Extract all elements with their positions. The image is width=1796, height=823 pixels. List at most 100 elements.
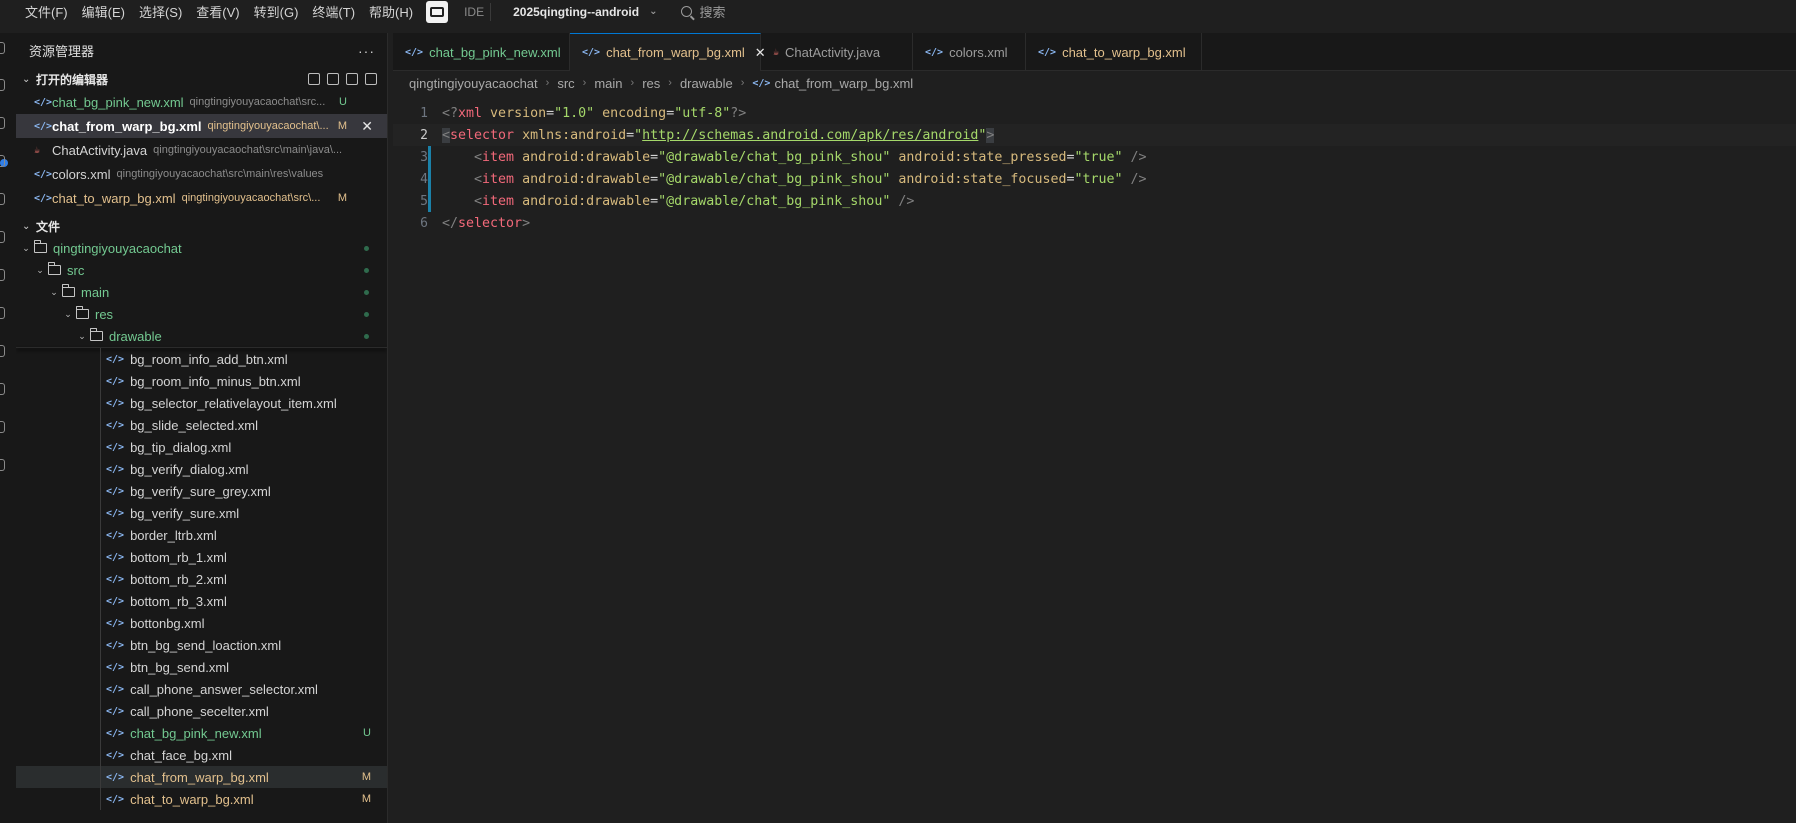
open-editor-name: ChatActivity.java <box>52 142 148 158</box>
git-icon[interactable] <box>0 345 5 357</box>
tab-colors[interactable]: </> colors.xml <box>913 33 1026 71</box>
search-activity-icon[interactable] <box>0 79 5 91</box>
open-editor-item[interactable]: ☕ ChatActivity.java qingtingiyouyacaocha… <box>16 138 387 162</box>
code-line[interactable]: 5 <item android:drawable="@drawable/chat… <box>393 190 1796 212</box>
file-row[interactable]: </> btn_bg_send.xml <box>16 656 387 678</box>
folder-row[interactable]: ⌄ drawable <box>16 325 387 347</box>
file-row[interactable]: </> bg_verify_dialog.xml <box>16 458 387 480</box>
run-debug-icon[interactable] <box>0 155 5 167</box>
code-line-current[interactable]: 2 <selector xmlns:android="http://schema… <box>393 124 1796 146</box>
explorer-icon[interactable] <box>0 42 5 54</box>
source-control-icon[interactable] <box>0 117 5 129</box>
ai-icon[interactable] <box>0 459 5 471</box>
menu-goto[interactable]: 转到(G) <box>254 2 299 21</box>
breadcrumb-item[interactable]: main <box>594 76 622 91</box>
testing-icon[interactable] <box>0 269 5 281</box>
file-row[interactable]: </> call_phone_answer_selector.xml <box>16 678 387 700</box>
toggle-vertical-icon[interactable] <box>365 73 377 85</box>
file-row[interactable]: </> bg_room_info_minus_btn.xml <box>16 370 387 392</box>
close-icon[interactable]: ✕ <box>361 118 373 135</box>
folder-row[interactable]: ⌄ src <box>16 259 387 281</box>
tab-chat-bg-pink-new[interactable]: </> chat_bg_pink_new.xml <box>393 33 570 71</box>
file-row[interactable]: </> btn_bg_send_loaction.xml <box>16 634 387 656</box>
schema-link[interactable]: http://schemas.android.com/apk/res/andro… <box>642 128 978 143</box>
remote-icon[interactable] <box>0 231 5 243</box>
menu-file[interactable]: 文件(F) <box>25 2 68 21</box>
code-line[interactable]: 3 <item android:drawable="@drawable/chat… <box>393 146 1796 168</box>
robot-icon[interactable] <box>426 0 449 23</box>
file-row[interactable]: </> chat_face_bg.xml <box>16 744 387 766</box>
breadcrumb-item[interactable]: res <box>642 76 660 91</box>
extensions-icon[interactable] <box>0 193 5 205</box>
file-row-selected[interactable]: </> chat_from_warp_bg.xml M <box>16 766 387 788</box>
ide-switcher[interactable]: IDE <box>426 0 492 23</box>
file-row[interactable]: </> call_phone_secelter.xml <box>16 700 387 722</box>
file-row[interactable]: </> bg_verify_sure.xml <box>16 502 387 524</box>
open-editor-item[interactable]: </> chat_bg_pink_new.xml qingtingiyouyac… <box>16 90 387 114</box>
tools-icon[interactable] <box>0 383 5 395</box>
file-name: chat_to_warp_bg.xml <box>130 791 254 807</box>
file-row[interactable]: </> bg_room_info_add_btn.xml <box>16 348 387 370</box>
file-row[interactable]: </> bg_selector_relativelayout_item.xml <box>16 392 387 414</box>
save-all-icon[interactable] <box>327 73 339 85</box>
xml-file-icon: </> <box>405 46 424 58</box>
database-icon[interactable] <box>0 421 5 433</box>
folder-name: qingtingiyouyacaochat <box>53 240 182 256</box>
search-placeholder: 搜索 <box>699 5 726 20</box>
file-row[interactable]: </> border_ltrb.xml <box>16 524 387 546</box>
menu-selection[interactable]: 选择(S) <box>139 2 182 21</box>
file-name: call_phone_answer_selector.xml <box>130 681 318 697</box>
close-all-icon[interactable] <box>346 73 358 85</box>
file-row[interactable]: </> bg_slide_selected.xml <box>16 414 387 436</box>
menu-view[interactable]: 查看(V) <box>196 2 239 21</box>
file-row[interactable]: </> bottom_rb_1.xml <box>16 546 387 568</box>
code-line[interactable]: 6 </selector> <box>393 212 1796 234</box>
folder-name: drawable <box>109 328 162 344</box>
tab-label: colors.xml <box>949 44 1008 60</box>
chevron-right-icon: › <box>740 77 745 89</box>
code-line[interactable]: 1 <?xml version="1.0" encoding="utf-8"?> <box>393 102 1796 124</box>
breadcrumb-item[interactable]: qingtingiyouyacaochat <box>409 76 538 91</box>
xml-file-icon: </> <box>106 551 125 563</box>
tab-chat-to-warp-bg[interactable]: </> chat_to_warp_bg.xml <box>1026 33 1202 71</box>
open-editor-name: chat_bg_pink_new.xml <box>52 94 184 110</box>
more-actions-icon[interactable]: ··· <box>358 43 375 59</box>
file-row[interactable]: </> bottonbg.xml <box>16 612 387 634</box>
file-name: bottonbg.xml <box>130 615 205 631</box>
menu-terminal[interactable]: 终端(T) <box>312 2 355 21</box>
ide-label[interactable]: IDE <box>458 2 492 21</box>
open-editor-item[interactable]: </> chat_to_warp_bg.xml qingtingiyouyaca… <box>16 186 387 210</box>
open-editor-item-active[interactable]: </> chat_from_warp_bg.xml qingtingiyouya… <box>16 114 387 138</box>
xml-file-icon: </> <box>106 749 125 761</box>
file-row[interactable]: </> chat_to_warp_bg.xml M <box>16 788 387 810</box>
tab-chat-activity[interactable]: ☕ ChatActivity.java <box>761 33 913 71</box>
project-selector[interactable]: 2025qingting--android ⌄ <box>513 5 657 19</box>
file-row[interactable]: </> bg_tip_dialog.xml <box>16 436 387 458</box>
line-number: 3 <box>420 149 428 165</box>
file-row[interactable]: </> bottom_rb_3.xml <box>16 590 387 612</box>
docker-icon[interactable] <box>0 307 5 319</box>
breadcrumb-item[interactable]: chat_from_warp_bg.xml <box>774 76 913 91</box>
file-row[interactable]: </> chat_bg_pink_new.xml U <box>16 722 387 744</box>
breadcrumb-item[interactable]: drawable <box>680 76 733 91</box>
folder-row[interactable]: ⌄ res <box>16 303 387 325</box>
command-search[interactable]: 搜索 <box>681 2 726 21</box>
code-editor[interactable]: 1 <?xml version="1.0" encoding="utf-8"?>… <box>393 102 1796 234</box>
explorer-header: 资源管理器 ··· <box>16 33 387 68</box>
open-editor-item[interactable]: </> colors.xml qingtingiyouyacaochat\src… <box>16 162 387 186</box>
xml-file-icon: </> <box>925 46 944 58</box>
git-status-badge: M <box>337 120 347 132</box>
menu-edit[interactable]: 编辑(E) <box>82 2 125 21</box>
file-row[interactable]: </> bottom_rb_2.xml <box>16 568 387 590</box>
tab-chat-from-warp-bg[interactable]: </> chat_from_warp_bg.xml ✕ <box>570 33 766 71</box>
folder-row[interactable]: ⌄ qingtingiyouyacaochat <box>16 237 387 259</box>
code-line[interactable]: 4 <item android:drawable="@drawable/chat… <box>393 168 1796 190</box>
files-section-header[interactable]: ⌄ 文件 <box>16 215 387 237</box>
file-name: bg_selector_relativelayout_item.xml <box>130 395 337 411</box>
new-untitled-file-icon[interactable] <box>308 73 320 85</box>
open-editors-header[interactable]: ⌄ 打开的编辑器 <box>16 68 387 90</box>
file-row[interactable]: </> bg_verify_sure_grey.xml <box>16 480 387 502</box>
menu-help[interactable]: 帮助(H) <box>369 2 413 21</box>
breadcrumb-item[interactable]: src <box>557 76 574 91</box>
folder-row[interactable]: ⌄ main <box>16 281 387 303</box>
